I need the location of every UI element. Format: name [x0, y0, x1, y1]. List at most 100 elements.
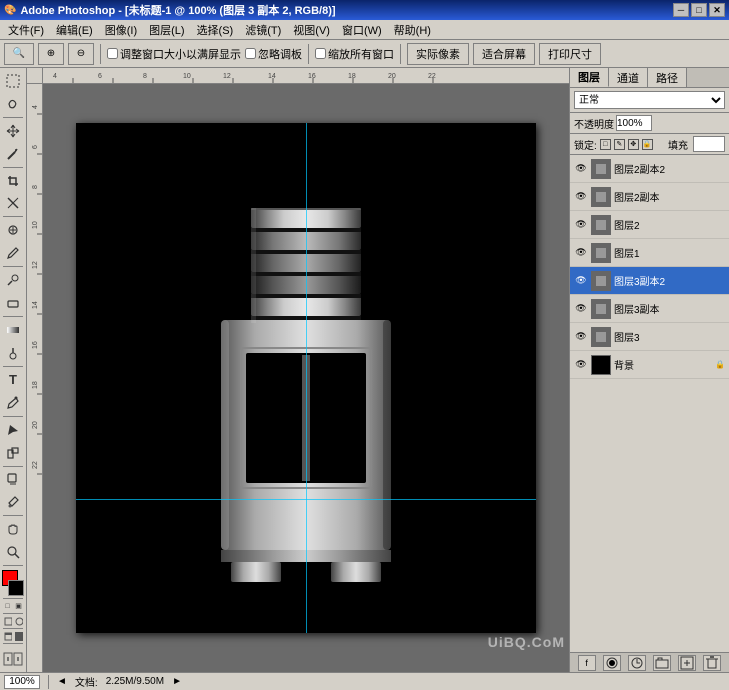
layer-item-3copy2[interactable]: 👁 图层3副本2: [570, 267, 729, 295]
minimize-button[interactable]: ─: [673, 3, 689, 17]
tool-crop[interactable]: [2, 170, 24, 192]
new-layer-button[interactable]: [678, 655, 696, 671]
fit-screen-button[interactable]: 适合屏幕: [473, 43, 535, 65]
tool-path-selection[interactable]: [2, 419, 24, 441]
zoom-all-checkbox[interactable]: [315, 48, 326, 59]
menu-window[interactable]: 窗口(W): [336, 20, 388, 40]
tool-type[interactable]: T: [2, 369, 24, 391]
layer-mask-button[interactable]: [603, 655, 621, 671]
layer-visibility-3[interactable]: 👁: [574, 330, 588, 344]
tool-healing[interactable]: [2, 219, 24, 241]
menu-image[interactable]: 图像(I): [99, 20, 143, 40]
tool-extra-2[interactable]: [14, 616, 24, 626]
extra-tools-row: [3, 616, 24, 626]
options-divider-1: [100, 44, 101, 64]
layer-group-button[interactable]: [653, 655, 671, 671]
zoom-in-button[interactable]: ⊕: [38, 43, 64, 65]
menu-file[interactable]: 文件(F): [2, 20, 50, 40]
tab-paths[interactable]: 路径: [648, 68, 687, 87]
opacity-input[interactable]: [616, 115, 652, 131]
zoom-all-checkbox-label[interactable]: 缩放所有窗口: [315, 46, 394, 62]
lock-image-button[interactable]: ✎: [614, 139, 625, 150]
layer-item-1[interactable]: 👁 图层1: [570, 239, 729, 267]
menu-layer[interactable]: 图层(L): [143, 20, 190, 40]
ignore-palette-checkbox-label[interactable]: 忽略调板: [245, 46, 302, 62]
zoom-out-button[interactable]: ⊖: [68, 43, 94, 65]
tool-zoom[interactable]: [2, 541, 24, 563]
lock-move-button[interactable]: ✥: [628, 139, 639, 150]
tool-dodge[interactable]: [2, 342, 24, 364]
standard-mode-button[interactable]: □: [3, 601, 13, 611]
lock-all-button[interactable]: 🔒: [642, 139, 653, 150]
zoom-display: 100%: [4, 675, 40, 689]
layer-visibility-3copy2[interactable]: 👁: [574, 274, 588, 288]
ignore-palette-checkbox[interactable]: [245, 48, 256, 59]
background-color[interactable]: [8, 580, 24, 596]
tool-lasso[interactable]: [2, 93, 24, 115]
layer-name-3copy2: 图层3副本2: [614, 273, 725, 288]
layer-visibility-2copy[interactable]: 👁: [574, 190, 588, 204]
maximize-button[interactable]: □: [691, 3, 707, 17]
layer-item-2copy2[interactable]: 👁 图层2副本2: [570, 155, 729, 183]
tool-pen[interactable]: [2, 392, 24, 414]
tool-eyedropper[interactable]: [2, 491, 24, 513]
tab-layers[interactable]: 图层: [570, 68, 609, 87]
panels: 图层 通道 路径 正常 溶解 叠加 正片叠底 不透明度 锁定: □ ✎ ✥ 🔒 …: [569, 68, 729, 672]
layer-styles-button[interactable]: f: [578, 655, 596, 671]
layer-item-3copy[interactable]: 👁 图层3副本: [570, 295, 729, 323]
tool-magic-wand[interactable]: [2, 143, 24, 165]
menu-help[interactable]: 帮助(H): [388, 20, 437, 40]
close-button[interactable]: ✕: [709, 3, 725, 17]
layer-visibility-1[interactable]: 👁: [574, 246, 588, 260]
canvas-viewport[interactable]: UiBQ.CoM: [43, 84, 569, 672]
tool-gradient[interactable]: [2, 319, 24, 341]
fill-input[interactable]: [693, 136, 725, 152]
actual-pixels-button[interactable]: 实际像素: [407, 43, 469, 65]
toolbar-sep-1: [3, 117, 23, 118]
adjustment-layer-button[interactable]: [628, 655, 646, 671]
layer-visibility-3copy[interactable]: 👁: [574, 302, 588, 316]
layer-item-2copy[interactable]: 👁 图层2副本: [570, 183, 729, 211]
color-swatches[interactable]: [2, 570, 24, 596]
layer-item-2[interactable]: 👁 图层2: [570, 211, 729, 239]
tool-brush[interactable]: [2, 242, 24, 264]
tool-rectangular-marquee[interactable]: [2, 70, 24, 92]
options-divider-2: [308, 44, 309, 64]
standard-screen-button[interactable]: [3, 631, 13, 641]
menu-filter[interactable]: 滤镜(T): [239, 20, 287, 40]
tool-icon-btn[interactable]: 🔍: [4, 43, 34, 65]
tool-extra-1[interactable]: [3, 616, 13, 626]
layer-visibility-background[interactable]: 👁: [574, 358, 588, 372]
tool-clone[interactable]: [2, 269, 24, 291]
status-nav-next[interactable]: ►: [172, 676, 182, 687]
tool-eraser[interactable]: [2, 292, 24, 314]
menu-edit[interactable]: 编辑(E): [50, 20, 99, 40]
tool-custom-shape[interactable]: [2, 442, 24, 464]
menu-select[interactable]: 选择(S): [191, 20, 240, 40]
tab-channels[interactable]: 通道: [609, 68, 648, 87]
status-nav-prev[interactable]: ◄: [57, 676, 67, 687]
tool-slice[interactable]: [2, 193, 24, 215]
layer-visibility-2copy2[interactable]: 👁: [574, 162, 588, 176]
lock-transparent-button[interactable]: □: [600, 139, 611, 150]
layers-lock-row: 锁定: □ ✎ ✥ 🔒 填充: [570, 134, 729, 155]
menu-view[interactable]: 视图(V): [287, 20, 336, 40]
fullscreen-button[interactable]: [14, 631, 24, 641]
tool-hand[interactable]: [2, 518, 24, 540]
layer-visibility-2[interactable]: 👁: [574, 218, 588, 232]
tool-notes[interactable]: [2, 469, 24, 491]
fit-screen-checkbox-label[interactable]: 调整窗口大小以满屏显示: [107, 46, 241, 62]
quickmask-mode-button[interactable]: ▣: [14, 601, 24, 611]
layer-item-3[interactable]: 👁 图层3: [570, 323, 729, 351]
jump-to-imageready-button[interactable]: [2, 648, 24, 670]
print-size-button[interactable]: 打印尺寸: [539, 43, 601, 65]
layer-item-background[interactable]: 👁 背景 🔒: [570, 351, 729, 379]
layer-thumbnail-2copy: [591, 187, 611, 207]
fit-screen-checkbox[interactable]: [107, 48, 118, 59]
blend-mode-select[interactable]: 正常 溶解 叠加 正片叠底: [574, 91, 725, 109]
canvas-document: [76, 123, 536, 633]
delete-layer-button[interactable]: [703, 655, 721, 671]
svg-text:8: 8: [143, 73, 147, 80]
tool-move[interactable]: [2, 120, 24, 142]
panels-tabs: 图层 通道 路径: [570, 68, 729, 88]
